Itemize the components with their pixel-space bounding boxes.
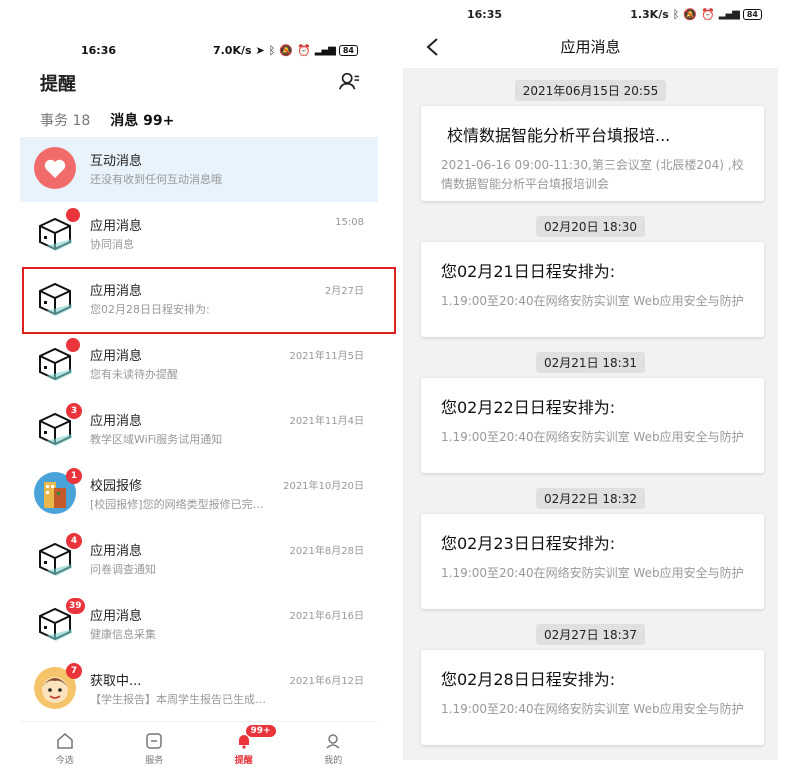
list-item-time: 2021年8月28日 [289,546,364,557]
message-title: 您02月28日日程安排为: [441,670,616,689]
list-item-title: 应用消息 [90,414,143,429]
mute-icon: 🔕 [683,8,698,21]
status-bar: 16:35 1.3K/s ᛒ 🔕 ⏰ ▂▄▆ 84 [403,0,778,28]
alarm-icon: ⏰ [297,44,311,57]
list-item-time: 15:08 [335,217,364,228]
list-item-title: 应用消息 [90,219,143,234]
message-title: 您02月22日日程安排为: [441,398,616,417]
message-timestamp: 02月27日 18:37 [403,624,778,645]
list-item-time: 2021年6月12日 [289,676,364,687]
list-item-title: 应用消息 [90,544,143,559]
selection-highlight [22,267,396,334]
list-item-subtitle: 协同消息 [90,238,134,251]
list-item-subtitle: 健康信息采集 [90,628,156,641]
message-title: 您02月21日日程安排为: [441,262,616,281]
signal-icon: ▂▄▆ [718,9,740,20]
system-nav-bar [403,762,778,775]
tab-me[interactable]: 我的 [289,722,379,775]
unread-dot [66,208,80,222]
nav-bar: 应用消息 [403,28,778,68]
list-item[interactable]: 应用消息 协同消息 15:08 [20,202,378,267]
list-item-time: 2021年11月5日 [289,351,364,362]
bluetooth-icon: ᛒ [672,8,680,21]
battery-icon: 84 [742,9,762,20]
list-item-subtitle: [校园报修]您的网络类型报修已完… [90,498,264,511]
message-body: 2021-06-16 09:00-11:30,第三会议室 (北辰楼204) ,校… [441,158,744,191]
message-timestamp: 02月21日 18:31 [403,352,778,373]
unread-count-badge: 39 [66,598,85,614]
list-item-title: 校园报修 [90,479,143,494]
unread-count-badge: 4 [66,533,82,549]
tab-affairs[interactable]: 事务 18 [40,110,90,130]
message-body: 1.19:00至20:40在网络安防实训室 Web应用安全与防护 [441,430,744,444]
profile-icon [326,734,340,749]
unread-count-badge: 1 [66,468,82,484]
battery-icon: 84 [338,45,358,56]
list-item[interactable]: 1 校园报修 [校园报修]您的网络类型报修已完… 2021年10月20日 [20,462,378,527]
message-body: 1.19:00至20:40在网络安防实训室 Web应用安全与防护 [441,702,744,716]
list-item-subtitle: 【学生报告】本周学生报告已生成… [90,693,266,706]
message-title: 您02月23日日程安排为: [441,534,616,553]
tab-today[interactable]: 今选 [20,722,110,775]
signal-icon: ▂▄▆ [314,45,336,56]
list-item-subtitle: 教学区域WiFi服务试用通知 [90,433,223,446]
list-item[interactable]: 39 应用消息 健康信息采集 2021年6月16日 [20,592,378,657]
status-time: 16:36 [81,44,117,57]
message-card[interactable]: 您02月22日日程安排为: 1.19:00至20:40在网络安防实训室 Web应… [421,378,764,473]
list-item[interactable]: 7 获取中... 【学生报告】本周学生报告已生成… 2021年6月12日 [20,657,378,722]
home-icon [57,733,73,749]
list-item-subtitle: 您有未读待办提醒 [90,368,178,381]
message-list: 互动消息 还没有收到任何互动消息哦 应用消息 协同消息 15:08 应用消息 您… [20,137,378,722]
page-title: 提醒 [40,74,76,95]
message-timestamp: 2021年06月15日 20:55 [403,80,778,101]
page-title: 应用消息 [560,38,621,56]
list-item-subtitle: 还没有收到任何互动消息哦 [90,173,222,186]
tab-reminders[interactable]: 99+ 提醒 [199,722,289,775]
reminder-tabs: 事务 18 消息 99+ [40,110,174,140]
message-timestamp: 02月22日 18:32 [403,488,778,509]
network-speed: 7.0K/s [212,44,252,57]
reminder-screen: 16:36 7.0K/s ➤ ᛒ 🔕 ⏰ ▂▄▆ 84 提醒 事务 18 消息 … [20,36,378,775]
list-item-title: 应用消息 [90,609,143,624]
list-item-subtitle: 问卷调查通知 [90,563,156,576]
list-item-time: 2021年6月16日 [289,611,364,622]
unread-dot [66,338,80,352]
app-messages-screen: 16:35 1.3K/s ᛒ 🔕 ⏰ ▂▄▆ 84 应用消息 2021年06月1… [403,0,778,760]
list-item-title: 获取中... [90,674,142,689]
list-item-time: 2021年11月4日 [289,416,364,427]
message-card[interactable]: 您02月23日日程安排为: 1.19:00至20:40在网络安防实训室 Web应… [421,514,764,609]
bluetooth-icon: ᛒ [268,44,276,57]
network-speed: 1.3K/s [630,8,669,21]
message-card[interactable]: 您02月28日日程安排为: 1.19:00至20:40在网络安防实训室 Web应… [421,650,764,745]
unread-count-badge: 7 [66,663,82,679]
status-bar: 16:36 7.0K/s ➤ ᛒ 🔕 ⏰ ▂▄▆ 84 [20,36,378,64]
tab-services[interactable]: 服务 [110,722,200,775]
list-item[interactable]: 3 应用消息 教学区域WiFi服务试用通知 2021年11月4日 [20,397,378,462]
message-timestamp: 02月20日 18:30 [403,216,778,237]
tab-badge: 99+ [245,725,276,737]
list-item-title: 应用消息 [90,349,143,364]
list-item-time: 2021年10月20日 [283,481,364,492]
list-item[interactable]: 应用消息 您有未读待办提醒 2021年11月5日 [20,332,378,397]
tab-messages[interactable]: 消息 99+ [110,110,174,140]
mute-icon: 🔕 [279,44,294,57]
alarm-icon: ⏰ [701,8,715,21]
status-time: 16:35 [467,8,503,21]
location-icon: ➤ [255,44,265,57]
message-card[interactable]: 校情数据智能分析平台填报培... 2021-06-16 09:00-11:30,… [421,106,764,201]
message-body: 1.19:00至20:40在网络安防实训室 Web应用安全与防护 [441,294,744,308]
message-title: 校情数据智能分析平台填报培... [447,126,671,145]
list-item-title: 互动消息 [90,154,143,169]
heart-icon [34,147,76,189]
list-item-interactive-messages[interactable]: 互动消息 还没有收到任何互动消息哦 [20,137,378,202]
message-body: 1.19:00至20:40在网络安防实训室 Web应用安全与防护 [441,566,744,580]
bottom-tab-bar: 今选 服务 99+ 提醒 我的 [20,721,378,775]
message-card[interactable]: 您02月21日日程安排为: 1.19:00至20:40在网络安防实训室 Web应… [421,242,764,337]
services-icon [146,733,162,749]
list-item[interactable]: 4 应用消息 问卷调查通知 2021年8月28日 [20,527,378,592]
contacts-icon[interactable] [338,70,360,92]
unread-count-badge: 3 [66,403,82,419]
